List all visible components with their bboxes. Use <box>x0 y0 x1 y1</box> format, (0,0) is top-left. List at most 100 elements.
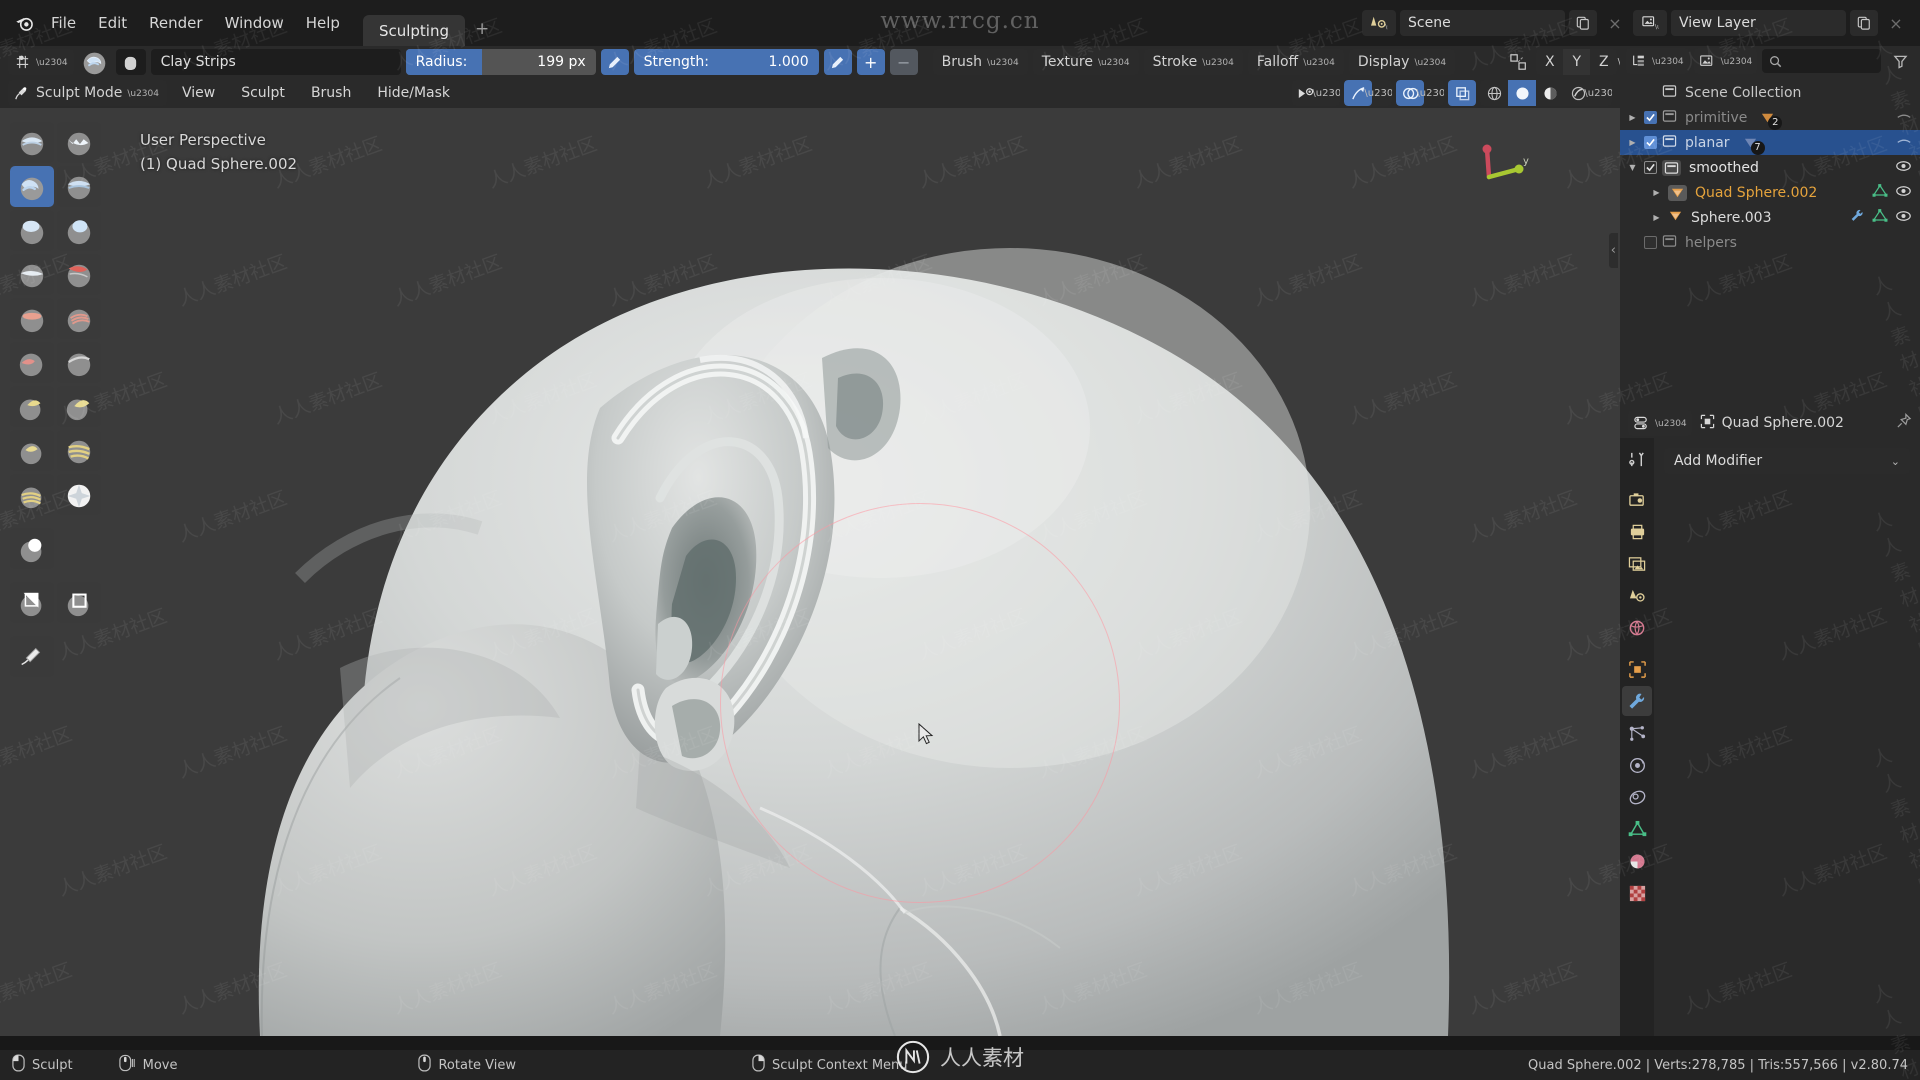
disclosure-triangle-icon[interactable]: ▶ <box>1650 188 1663 197</box>
menu-window[interactable]: Window <box>214 10 295 36</box>
symmetry-z-toggle[interactable]: Z <box>1590 49 1617 75</box>
eye-icon[interactable] <box>1895 160 1912 176</box>
crease-brush-tool[interactable] <box>57 254 101 295</box>
thumb-brush-tool[interactable] <box>57 386 101 427</box>
simplify-brush-tool[interactable] <box>10 474 54 515</box>
constraint-properties-tab[interactable] <box>1622 782 1652 812</box>
world-properties-tab[interactable] <box>1622 613 1652 643</box>
viewport-collapse-arrow-icon[interactable]: ‹ <box>1608 233 1618 268</box>
collection-checkbox[interactable] <box>1644 161 1657 174</box>
collection-checkbox[interactable] <box>1644 136 1657 149</box>
symmetry-x-toggle[interactable]: X <box>1536 49 1563 75</box>
properties-editor-icon[interactable]: \u2304 <box>1628 410 1692 436</box>
view-layer-icon[interactable]: \u2304 <box>1633 10 1667 36</box>
mode-selector[interactable]: Sculpt Mode \u2304 <box>8 80 167 106</box>
clay-brush-tool[interactable] <box>57 166 101 207</box>
mask-brush-tool[interactable] <box>10 528 54 569</box>
animate-radius-icon[interactable] <box>600 49 629 75</box>
disclosure-triangle-icon[interactable]: ▼ <box>1626 163 1639 172</box>
modifier-wrench-icon[interactable] <box>1849 208 1865 227</box>
flatten-brush-tool[interactable] <box>10 298 54 339</box>
draw-sharp-brush-tool[interactable] <box>57 122 101 163</box>
render-properties-tab[interactable] <box>1622 485 1652 515</box>
outliner-row-smoothed[interactable]: ▼ smoothed <box>1620 155 1920 180</box>
eye-icon[interactable] <box>1895 185 1912 201</box>
scene-properties-tab[interactable] <box>1622 581 1652 611</box>
clay-strips-brush-tool[interactable] <box>10 166 54 207</box>
annotate-tool[interactable] <box>10 636 54 677</box>
rotate-brush-tool[interactable] <box>57 430 101 471</box>
shading-material-icon[interactable] <box>1536 80 1564 106</box>
tool-properties-tab[interactable] <box>1622 444 1652 474</box>
disclosure-triangle-icon[interactable]: ▶ <box>1626 138 1639 147</box>
copy-view-layer-icon[interactable] <box>1850 10 1878 36</box>
texture-properties-tab[interactable] <box>1622 878 1652 908</box>
object-properties-tab[interactable] <box>1622 654 1652 684</box>
menu-render[interactable]: Render <box>138 10 213 36</box>
modifier-properties-tab[interactable] <box>1622 686 1652 716</box>
copy-scene-icon[interactable] <box>1569 10 1597 36</box>
symmetry-y-toggle[interactable]: Y <box>1563 49 1591 75</box>
snake-hook-brush-tool[interactable] <box>10 386 54 427</box>
3d-viewport[interactable]: User Perspective (1) Quad Sphere.002 y ‹ <box>0 108 1620 1036</box>
viewport-menu-sculpt[interactable]: Sculpt <box>230 81 296 105</box>
outliner-row-scene-collection[interactable]: Scene Collection <box>1620 80 1920 105</box>
blender-logo-icon[interactable] <box>10 8 40 38</box>
menu-edit[interactable]: Edit <box>87 10 138 36</box>
shading-solid-icon[interactable] <box>1508 80 1536 106</box>
pin-icon[interactable] <box>1896 412 1912 433</box>
shading-wireframe-icon[interactable] <box>1480 80 1508 106</box>
viewport-menu-hide-mask[interactable]: Hide/Mask <box>366 81 461 105</box>
overlays-chevron-icon[interactable]: \u2304 <box>1416 80 1444 106</box>
brush-name-field[interactable]: Clay Strips <box>150 49 401 75</box>
gizmo-chevron-icon[interactable]: \u2304 <box>1364 80 1392 106</box>
particle-properties-tab[interactable] <box>1622 718 1652 748</box>
animate-strength-icon[interactable] <box>823 49 852 75</box>
mesh-data-icon[interactable] <box>1872 183 1888 202</box>
remove-scene-button[interactable]: × <box>1601 10 1629 36</box>
elastic-deform-brush-tool[interactable] <box>57 474 101 515</box>
menu-help[interactable]: Help <box>295 10 351 36</box>
clay-strips-brush-icon[interactable] <box>79 48 111 76</box>
mesh-data-icon[interactable] <box>1872 208 1888 227</box>
add-modifier-dropdown[interactable]: Add Modifier ⌄ <box>1664 448 1910 474</box>
view-layer-name-field[interactable]: View Layer <box>1671 10 1846 36</box>
hidden-eye-icon[interactable] <box>1896 135 1912 151</box>
collection-checkbox[interactable] <box>1644 111 1657 124</box>
xray-toggle-icon[interactable] <box>1448 80 1476 106</box>
material-properties-tab[interactable] <box>1622 846 1652 876</box>
inflate-brush-tool[interactable] <box>10 210 54 251</box>
texture-popover[interactable]: Texture \u2304 <box>1032 49 1139 75</box>
scene-data-icon[interactable]: \u2304 <box>1362 10 1396 36</box>
brush-add-button[interactable]: + <box>856 49 885 75</box>
hidden-eye-icon[interactable] <box>1896 110 1912 126</box>
outliner-search-input[interactable] <box>1762 49 1881 73</box>
workspace-tab-sculpting[interactable]: Sculpting <box>362 15 465 47</box>
grab-brush-tool[interactable] <box>57 342 101 383</box>
outliner-row-sphere-003[interactable]: ▶ Sphere.003 <box>1620 205 1920 230</box>
eye-icon[interactable] <box>1895 210 1912 226</box>
brush-thumbnail-icon[interactable] <box>115 49 146 75</box>
display-popover[interactable]: Display \u2304 <box>1348 49 1456 75</box>
viewport-menu-brush[interactable]: Brush <box>300 81 362 105</box>
visibility-chevron-icon[interactable]: \u2304 <box>1312 80 1340 106</box>
box-mask-tool[interactable] <box>57 582 101 623</box>
outliner-row-planar[interactable]: ▶ planar 7 <box>1620 130 1920 155</box>
collection-checkbox[interactable] <box>1644 236 1657 249</box>
box-hide-tool[interactable] <box>10 582 54 623</box>
add-workspace-button[interactable]: + <box>465 13 499 45</box>
stroke-popover[interactable]: Stroke \u2304 <box>1143 49 1243 75</box>
falloff-popover[interactable]: Falloff \u2304 <box>1247 49 1344 75</box>
viewport-menu-view[interactable]: View <box>171 81 226 105</box>
data-properties-tab[interactable] <box>1622 814 1652 844</box>
smooth-brush-tool[interactable] <box>10 254 54 295</box>
menu-file[interactable]: File <box>40 10 87 36</box>
filter-funnel-icon[interactable] <box>1886 48 1914 74</box>
brush-remove-button[interactable]: − <box>889 49 918 75</box>
filter-id-type-icon[interactable]: \u2304 <box>1693 48 1758 74</box>
brush-radius-slider[interactable]: Radius: 199 px <box>405 49 596 75</box>
remove-view-layer-button[interactable]: × <box>1882 10 1910 36</box>
nudge-brush-tool[interactable] <box>10 430 54 471</box>
disclosure-triangle-icon[interactable]: ▶ <box>1650 213 1663 222</box>
physics-properties-tab[interactable] <box>1622 750 1652 780</box>
